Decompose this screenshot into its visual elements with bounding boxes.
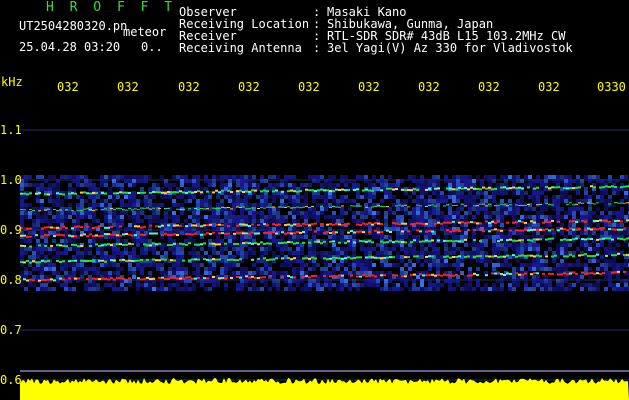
spectrogram: [20, 129, 629, 400]
antenna-separator: :: [313, 41, 321, 55]
event-count: 0..: [141, 40, 163, 54]
y-tick-label: 0.9: [0, 223, 22, 237]
y-tick-label: 0.6: [0, 373, 22, 387]
x-tick-label: 0330: [597, 80, 626, 94]
x-tick-label: 032: [57, 80, 79, 94]
x-tick-label: 032: [298, 80, 320, 94]
detect-type: meteor: [123, 25, 167, 39]
x-tick-label: 032: [117, 80, 139, 94]
y-tick-label: 1.1: [0, 123, 22, 137]
file-name: UT2504280320.pn: [19, 19, 128, 33]
y-tick-label: 1.0: [0, 173, 22, 187]
x-tick-label: 032: [538, 80, 560, 94]
y-tick-label: 0.7: [0, 323, 22, 337]
amplitude-band: [20, 378, 629, 400]
date-time: 25.04.28 03:20: [19, 40, 121, 54]
antenna-value: 3el Yagi(V) Az 330 for Vladivostok: [327, 41, 573, 55]
x-tick-label: 032: [238, 80, 260, 94]
antenna-label: Receiving Antenna: [179, 41, 302, 55]
hroff-title: H R O F F T: [46, 0, 177, 15]
x-tick-label: 032: [358, 80, 380, 94]
x-tick-label: 032: [478, 80, 500, 94]
x-tick-label: 032: [178, 80, 200, 94]
x-tick-label: 032: [418, 80, 440, 94]
y-tick-label: 0.8: [0, 273, 22, 287]
